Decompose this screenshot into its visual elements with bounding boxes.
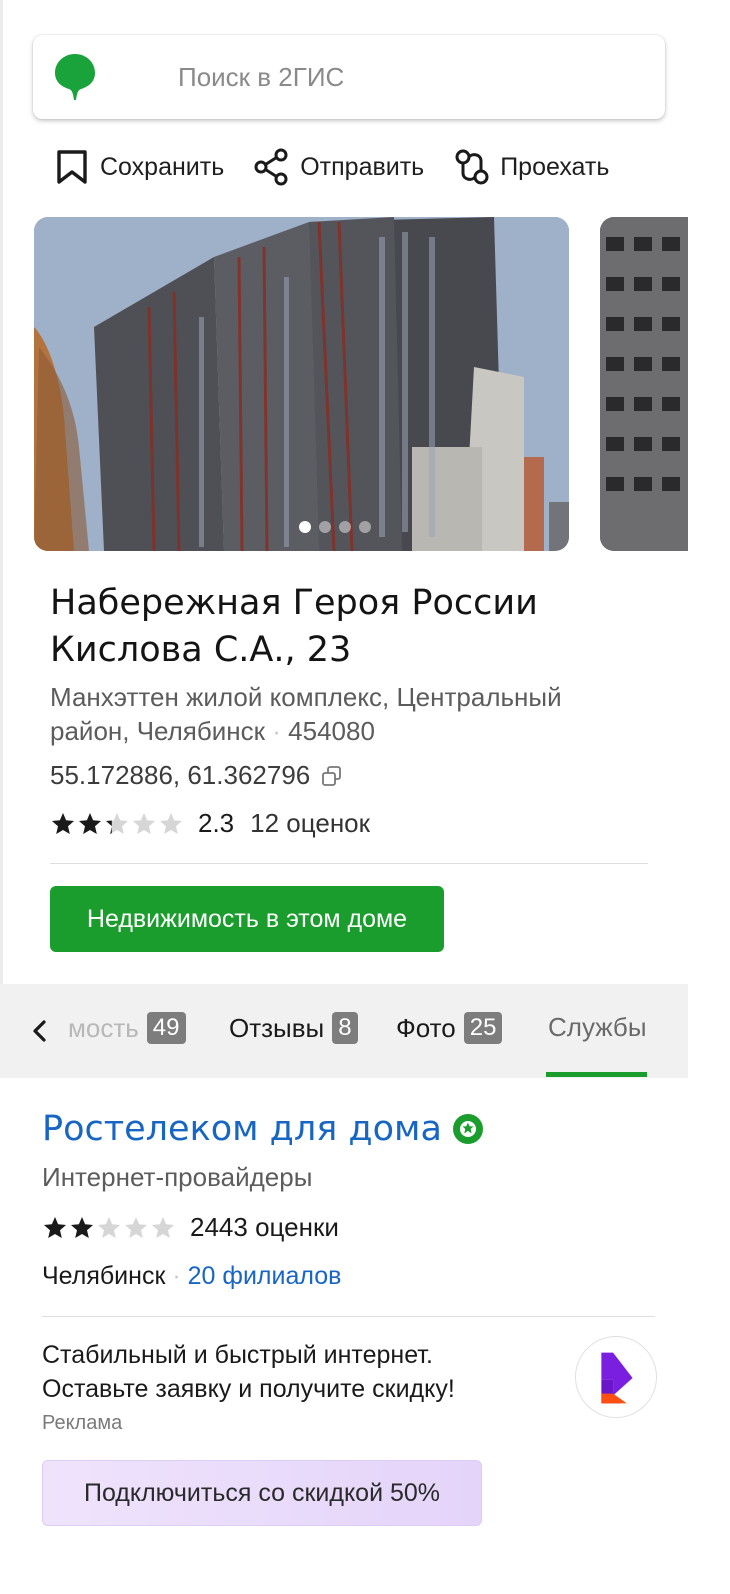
gallery-dot-2[interactable] bbox=[319, 521, 331, 533]
ad-text-line2: Оставьте заявку и получите скидку! bbox=[42, 1375, 455, 1403]
tab-badge: 8 bbox=[332, 1012, 358, 1044]
gallery-dot-4[interactable] bbox=[359, 521, 371, 533]
advertiser-name[interactable]: Ростелеком для дома bbox=[42, 1109, 484, 1149]
advertiser-category: Интернет-провайдеры bbox=[42, 1162, 313, 1192]
tab-reviews[interactable]: Отзывы 8 bbox=[229, 1012, 358, 1044]
advertiser-rating-count: 443 оценки bbox=[204, 1212, 339, 1242]
star-icon bbox=[160, 812, 182, 834]
rostelecom-logo[interactable] bbox=[575, 1336, 657, 1418]
advertiser-name-text: Ростелеком для дома bbox=[42, 1109, 442, 1149]
place-rating[interactable]: 2.3 12 оценок bbox=[50, 808, 370, 839]
star-icon bbox=[125, 1216, 147, 1238]
postcode: 454080 bbox=[288, 716, 375, 746]
rostelecom-logo-icon bbox=[601, 1352, 633, 1404]
advertiser-rating-score: 2 bbox=[190, 1212, 205, 1242]
tab-badge: 49 bbox=[146, 1012, 186, 1044]
place-actions: Сохранить Отправить Проехать bbox=[52, 145, 609, 189]
star-icon bbox=[52, 812, 74, 834]
building-photo-next-image bbox=[600, 217, 688, 551]
share-label: Отправить bbox=[300, 152, 425, 181]
star-icon bbox=[133, 812, 155, 834]
tab-label: Отзывы bbox=[229, 1012, 325, 1043]
tab-label: Службы bbox=[548, 1012, 647, 1042]
share-icon bbox=[254, 148, 288, 186]
ad-text-line1: Стабильный и быстрый интернет. bbox=[42, 1341, 433, 1369]
address-line2: район, Челябинск bbox=[50, 716, 266, 746]
route-icon bbox=[455, 149, 489, 185]
tab-label: мость bbox=[68, 1012, 139, 1043]
bookmark-icon bbox=[57, 150, 87, 184]
place-title: Набережная Героя России Кислова С.А., 23 bbox=[50, 580, 650, 674]
place-title-line2: Кислова С.А., 23 bbox=[50, 630, 352, 670]
building-photo[interactable] bbox=[34, 217, 569, 551]
gallery-dot-1[interactable] bbox=[299, 521, 311, 533]
route-button[interactable]: Проехать bbox=[452, 147, 609, 187]
separator-dot: · bbox=[172, 1262, 188, 1290]
ad-text: Стабильный и быстрый интернет. Оставьте … bbox=[42, 1338, 542, 1406]
coordinates-text: 55.172886, 61.362796 bbox=[50, 760, 311, 790]
place-rating-stars bbox=[50, 811, 184, 837]
address-line1: Манхэттен жилой комплекс, Центральный bbox=[50, 682, 562, 712]
advertiser-city: Челябинск bbox=[42, 1262, 166, 1290]
star-icon bbox=[98, 1216, 120, 1238]
2gis-logo-icon bbox=[55, 54, 95, 100]
real-estate-button[interactable]: Недвижимость в этом доме bbox=[50, 886, 444, 952]
advertiser-rating[interactable]: 2 443 оценки bbox=[42, 1212, 339, 1243]
rating-count: 12 оценок bbox=[250, 808, 371, 838]
building-photo-image bbox=[34, 217, 569, 551]
star-icon bbox=[152, 1216, 174, 1238]
branches-link[interactable]: 20 филиалов bbox=[188, 1262, 342, 1290]
building-photo-next[interactable] bbox=[600, 217, 688, 551]
left-edge-divider bbox=[0, 0, 3, 1000]
tab-photos[interactable]: Фото 25 bbox=[396, 1012, 503, 1044]
copy-icon[interactable] bbox=[320, 764, 344, 788]
divider bbox=[50, 863, 648, 864]
star-icon bbox=[71, 1216, 93, 1238]
chevron-left-icon[interactable] bbox=[26, 1014, 54, 1048]
star-icon bbox=[106, 812, 128, 834]
separator-dot: · bbox=[272, 716, 289, 746]
star-icon bbox=[79, 812, 101, 834]
advertiser-rating-stars bbox=[42, 1215, 176, 1241]
tab-badge: 25 bbox=[463, 1012, 503, 1044]
ad-label: Реклама bbox=[42, 1412, 123, 1434]
gallery-dot-3[interactable] bbox=[339, 521, 351, 533]
tab-services[interactable]: Службы bbox=[548, 1012, 647, 1043]
tab-bar: мость 49 Отзывы 8 Фото 25 Службы bbox=[0, 984, 688, 1078]
share-button[interactable]: Отправить bbox=[252, 147, 424, 187]
tab-real-estate[interactable]: мость 49 bbox=[68, 1012, 186, 1044]
verified-badge-icon bbox=[452, 1114, 483, 1144]
discount-connect-button[interactable]: Подключиться со скидкой 50% bbox=[42, 1460, 482, 1526]
place-title-line1: Набережная Героя России bbox=[50, 583, 538, 623]
place-address: Манхэттен жилой комплекс, Центральный ра… bbox=[50, 680, 650, 748]
divider bbox=[42, 1316, 655, 1317]
save-label: Сохранить bbox=[100, 152, 225, 181]
search-input[interactable]: Поиск в 2ГИС bbox=[178, 62, 344, 93]
search-bar[interactable]: Поиск в 2ГИС bbox=[33, 35, 665, 119]
coordinates: 55.172886, 61.362796 bbox=[50, 760, 344, 791]
active-tab-indicator bbox=[546, 1072, 647, 1077]
rating-score: 2.3 bbox=[198, 808, 235, 838]
star-icon bbox=[44, 1216, 66, 1238]
gallery-pagination bbox=[299, 521, 371, 533]
tab-label: Фото bbox=[396, 1012, 456, 1043]
route-label: Проехать bbox=[500, 152, 610, 181]
advertiser-location: Челябинск · 20 филиалов bbox=[42, 1262, 341, 1291]
save-button[interactable]: Сохранить bbox=[52, 147, 224, 187]
